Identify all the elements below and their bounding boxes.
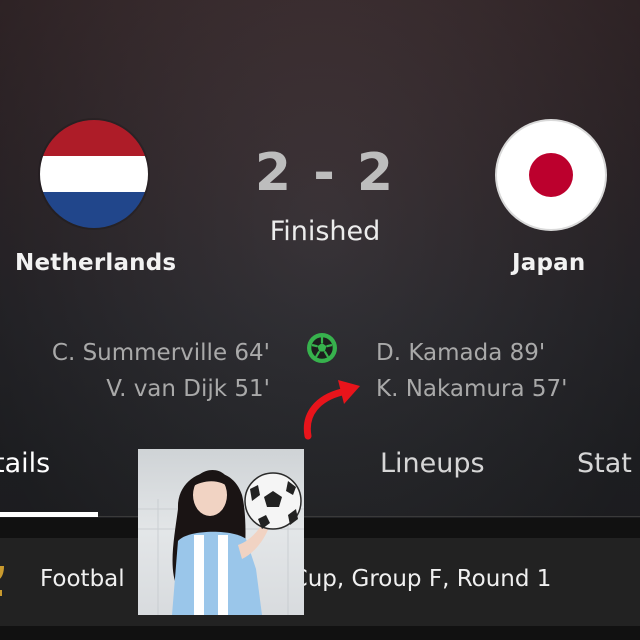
match-score: 2 - 2 <box>254 143 396 203</box>
league-name-left: Footbal <box>40 566 125 592</box>
home-scorer: C. Summerville 64' <box>51 340 270 366</box>
japan-flag-icon[interactable] <box>497 121 605 229</box>
flag-sun-disc <box>529 153 573 197</box>
tab-stats[interactable]: Stat <box>577 448 632 479</box>
flag-band-red <box>40 120 148 156</box>
home-team-name[interactable]: Netherlands <box>15 250 176 276</box>
away-scorer: K. Nakamura 57' <box>376 376 568 402</box>
netherlands-flag-icon[interactable] <box>40 120 148 228</box>
home-scorer: V. van Dijk 51' <box>106 376 270 402</box>
league-name-right: Cup, Group F, Round 1 <box>291 566 552 592</box>
tab-details[interactable]: tails <box>0 448 50 479</box>
tab-lineups[interactable]: Lineups <box>380 448 485 479</box>
away-scorer: D. Kamada 89' <box>376 340 546 366</box>
tab-active-indicator <box>0 512 98 517</box>
flag-band-white <box>40 156 148 192</box>
flag-band-blue <box>40 192 148 228</box>
curved-arrow-icon <box>303 380 360 440</box>
away-team-name[interactable]: Japan <box>512 250 585 276</box>
soccer-ball-icon <box>307 333 337 363</box>
trophy-icon <box>0 566 4 596</box>
photo-illustration <box>138 470 304 615</box>
match-screen: Netherlands Japan 2 - 2 Finished C. Summ… <box>0 0 640 640</box>
person-with-soccer-ball-photo <box>138 449 304 615</box>
match-status: Finished <box>269 216 381 247</box>
